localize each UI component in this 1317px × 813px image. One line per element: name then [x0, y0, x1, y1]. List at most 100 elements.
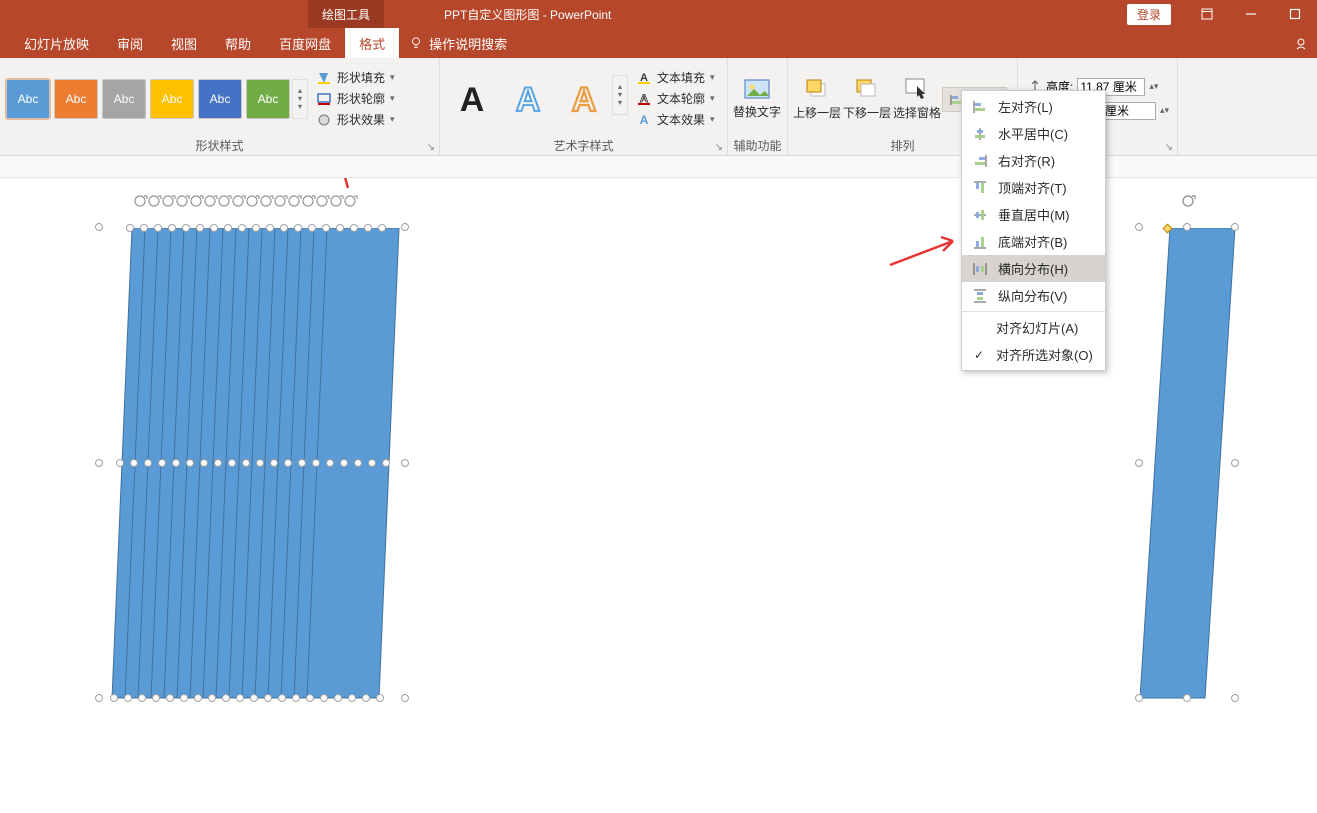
shape-fill-button[interactable]: 形状填充 [316, 69, 395, 86]
bring-forward-label: 上移一层 [793, 104, 841, 121]
mid-handle-row [100, 458, 410, 468]
menu-distribute-h-label: 横向分布(H) [998, 259, 1068, 278]
tab-slideshow[interactable]: 幻灯片放映 [10, 28, 103, 58]
distribute-v-icon [972, 288, 988, 304]
ribbon-options-icon[interactable] [1185, 0, 1229, 28]
shape-style-more[interactable]: ▴▾▾ [292, 79, 308, 119]
svg-text:A: A [516, 81, 541, 119]
ruler-area [0, 156, 1317, 178]
wordart-style-more[interactable]: ▴▾▾ [612, 75, 628, 115]
dialog-launcher-icon[interactable]: ↘ [715, 142, 723, 153]
lightbulb-icon [409, 36, 423, 50]
text-fill-button[interactable]: A 文本填充 [636, 69, 715, 86]
text-outline-label: 文本轮廓 [657, 90, 705, 107]
bring-forward-button[interactable]: 上移一层 [792, 66, 842, 132]
selection-pane-icon [903, 76, 931, 102]
tab-baidu[interactable]: 百度网盘 [265, 28, 345, 58]
alt-text-label: 替换文字 [733, 106, 781, 119]
minimize-icon[interactable] [1229, 0, 1273, 28]
shape-style-6[interactable]: Abc [246, 79, 290, 119]
alt-text-button[interactable]: 替换文字 [732, 66, 782, 132]
shape-style-3[interactable]: Abc [102, 79, 146, 119]
title-bar: 绘图工具 PPT自定义图形图 - PowerPoint 登录 [0, 0, 1317, 28]
align-middle-v-icon [972, 207, 988, 223]
menu-align-selected-objects[interactable]: ✓ 对齐所选对象(O) [962, 341, 1105, 368]
selection-pane-button[interactable]: 选择窗格 [892, 66, 942, 132]
shape-outline-label: 形状轮廓 [337, 90, 385, 107]
tab-help[interactable]: 帮助 [211, 28, 265, 58]
menu-align-bottom[interactable]: 底端对齐(B) [962, 228, 1105, 255]
shape-style-4[interactable]: Abc [150, 79, 194, 119]
menu-align-right[interactable]: 右对齐(R) [962, 147, 1105, 174]
menu-align-selected-label: 对齐所选对象(O) [996, 345, 1093, 364]
shape-effects-button[interactable]: 形状效果 [316, 111, 395, 128]
menu-align-top[interactable]: 顶端对齐(T) [962, 174, 1105, 201]
maximize-icon[interactable] [1273, 0, 1317, 28]
menu-align-left[interactable]: 左对齐(L) [962, 93, 1105, 120]
dialog-launcher-icon[interactable]: ↘ [427, 142, 435, 153]
group-label-shape-styles: 形状样式↘ [4, 137, 435, 153]
align-left-icon [972, 99, 988, 115]
selected-shape-group-left[interactable] [100, 228, 410, 738]
wordart-style-3[interactable]: A [560, 75, 608, 123]
drawing-tools-context-tab: 绘图工具 [308, 0, 384, 28]
group-accessibility: 替换文字 辅助功能 [728, 58, 788, 155]
text-fill-label: 文本填充 [657, 69, 705, 86]
menu-align-middle-v-label: 垂直居中(M) [998, 205, 1070, 224]
text-effects-button[interactable]: A 文本效果 [636, 111, 715, 128]
text-fill-icon: A [636, 71, 652, 85]
annotation-arrow-2 [885, 233, 960, 273]
align-top-icon [972, 180, 988, 196]
send-backward-icon [853, 76, 881, 102]
picture-icon [743, 78, 771, 104]
fill-icon [316, 71, 332, 85]
annotation-arrow-1 [318, 178, 358, 193]
svg-text:A: A [460, 81, 485, 119]
tab-review[interactable]: 审阅 [103, 28, 157, 58]
menu-align-left-label: 左对齐(L) [998, 97, 1053, 116]
menu-distribute-v-label: 纵向分布(V) [998, 286, 1067, 305]
menu-align-middle-v[interactable]: 垂直居中(M) [962, 201, 1105, 228]
menu-distribute-vertical[interactable]: 纵向分布(V) [962, 282, 1105, 309]
menu-align-slide-label: 对齐幻灯片(A) [996, 318, 1078, 337]
align-bottom-icon [972, 234, 988, 250]
menu-align-center-h-label: 水平居中(C) [998, 124, 1068, 143]
check-icon: ✓ [972, 348, 986, 362]
group-wordart-styles: A A A ▴▾▾ A 文本填充 A 文本轮廓 [440, 58, 728, 155]
svg-text:A: A [572, 81, 597, 119]
text-effects-label: 文本效果 [657, 111, 705, 128]
shape-outline-button[interactable]: 形状轮廓 [316, 90, 395, 107]
slide-canvas[interactable] [0, 178, 1317, 813]
tell-me-search[interactable]: 操作说明搜索 [399, 28, 517, 58]
menu-align-center-h[interactable]: 水平居中(C) [962, 120, 1105, 147]
menu-align-to-slide[interactable]: 对齐幻灯片(A) [962, 314, 1105, 341]
menu-align-right-label: 右对齐(R) [998, 151, 1055, 170]
text-outline-button[interactable]: A 文本轮廓 [636, 90, 715, 107]
effects-icon [316, 113, 332, 127]
menu-align-top-label: 顶端对齐(T) [998, 178, 1067, 197]
ribbon-tabs: 幻灯片放映 审阅 视图 帮助 百度网盘 格式 操作说明搜索 [0, 28, 1317, 58]
rotate-handle-icon[interactable] [1180, 192, 1196, 208]
shape-style-5[interactable]: Abc [198, 79, 242, 119]
align-dropdown-menu: 左对齐(L) 水平居中(C) 右对齐(R) 顶端对齐(T) 垂直居中(M) 底端… [961, 90, 1106, 371]
tab-view[interactable]: 视图 [157, 28, 211, 58]
selected-shape-right[interactable] [1140, 228, 1240, 718]
shape-style-1[interactable]: Abc [6, 79, 50, 119]
group-label-wordart: 艺术字样式↘ [444, 137, 723, 153]
parallelogram-shape [1140, 228, 1240, 708]
menu-distribute-horizontal[interactable]: 横向分布(H) [962, 255, 1105, 282]
share-icon[interactable] [1289, 28, 1317, 58]
shape-style-2[interactable]: Abc [54, 79, 98, 119]
tab-format[interactable]: 格式 [345, 28, 399, 58]
align-center-h-icon [972, 126, 988, 142]
dialog-launcher-icon[interactable]: ↘ [1165, 142, 1173, 153]
send-backward-button[interactable]: 下移一层 [842, 66, 892, 132]
wordart-style-1[interactable]: A [448, 75, 496, 123]
text-outline-icon: A [636, 92, 652, 106]
text-effects-icon: A [636, 113, 652, 127]
svg-text:A: A [640, 113, 649, 127]
top-handle-row [100, 223, 410, 233]
wordart-style-2[interactable]: A [504, 75, 552, 123]
shape-effects-label: 形状效果 [337, 111, 385, 128]
login-button[interactable]: 登录 [1127, 4, 1171, 25]
